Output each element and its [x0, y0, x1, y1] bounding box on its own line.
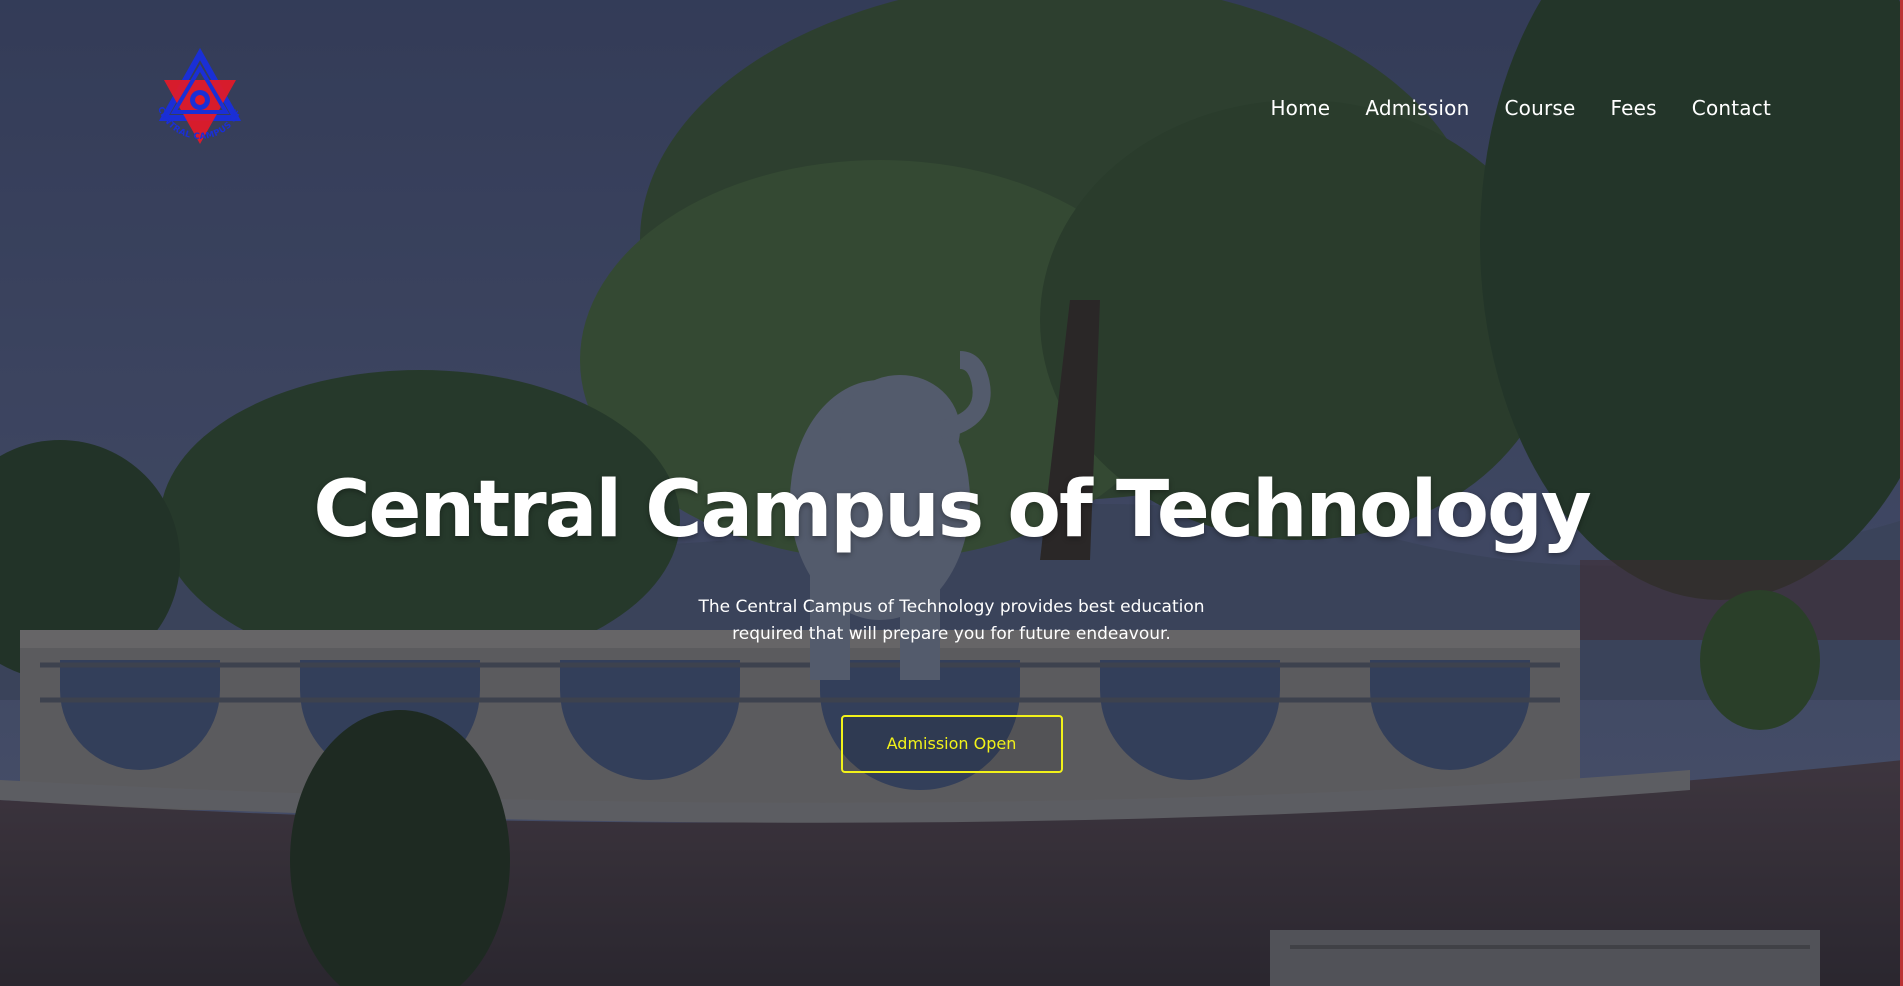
hero-title: Central Campus of Technology [313, 465, 1591, 555]
hero-section: CENTRAL CAMPUS OF TECHNOLOGY Home Admiss… [0, 0, 1903, 986]
nav-course[interactable]: Course [1505, 96, 1576, 120]
nav-home[interactable]: Home [1270, 96, 1330, 120]
hero-description: The Central Campus of Technology provide… [698, 596, 1205, 644]
hero-content: Central Campus of Technology The Central… [0, 465, 1903, 773]
campus-logo[interactable]: CENTRAL CAMPUS OF TECHNOLOGY [140, 48, 260, 160]
admission-open-button[interactable]: Admission Open [840, 714, 1063, 773]
nav-contact[interactable]: Contact [1692, 96, 1771, 120]
nav-fees[interactable]: Fees [1611, 96, 1657, 120]
nav-admission[interactable]: Admission [1365, 96, 1469, 120]
main-navigation: Home Admission Course Fees Contact [1270, 96, 1771, 120]
